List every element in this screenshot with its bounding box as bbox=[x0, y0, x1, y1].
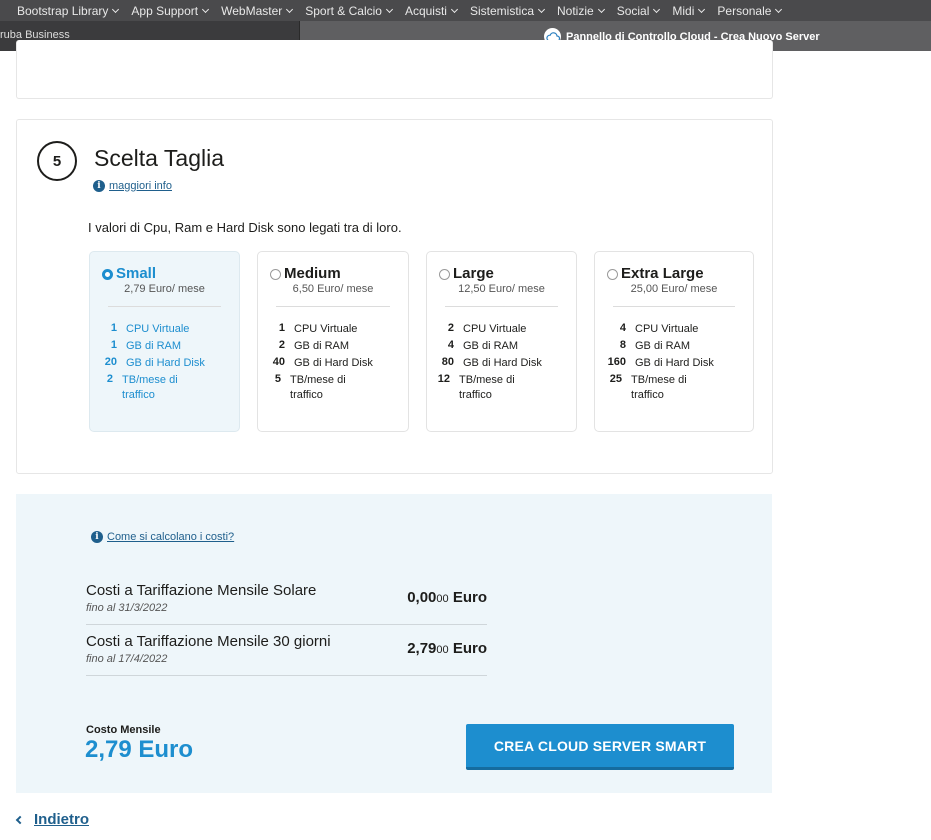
spec-disk: 160 GB di Hard Disk bbox=[607, 356, 714, 369]
bookmark-folder[interactable]: Social bbox=[617, 4, 661, 18]
chevron-down-icon bbox=[597, 5, 605, 13]
cost-calculation-link[interactable]: i Come si calcolano i costi? bbox=[91, 531, 234, 543]
spec-ram: 2 GB di RAM bbox=[278, 339, 350, 352]
chevron-down-icon bbox=[698, 5, 706, 13]
size-price: 2,79 Euro/ mese bbox=[124, 283, 205, 295]
total-value: 2,79 Euro bbox=[85, 736, 194, 763]
size-name: Medium bbox=[284, 265, 341, 282]
size-name: Small bbox=[116, 265, 157, 282]
size-option-medium[interactable]: Medium 6,50 Euro/ mese 1 CPU Virtuale 2 GB… bbox=[257, 251, 409, 432]
spec-cpu: 1 CPU Virtuale bbox=[278, 322, 358, 335]
spec-disk: 20 GB di Hard Disk bbox=[104, 356, 205, 369]
cost-summary-panel: i Come si calcolano i costi? Costi a Tar… bbox=[16, 494, 772, 793]
spec-traffic: 12 TB/mese di traffico bbox=[437, 373, 515, 401]
back-link[interactable]: Indietro bbox=[14, 811, 89, 828]
spec-disk: 40 GB di Hard Disk bbox=[272, 356, 373, 369]
divider bbox=[108, 306, 221, 307]
size-name: Extra Large bbox=[621, 265, 704, 282]
divider bbox=[276, 306, 390, 307]
cost-title: Costi a Tariffazione Mensile Solare bbox=[86, 582, 317, 599]
bookmark-folder[interactable]: Notizie bbox=[557, 4, 605, 18]
cost-amount: 0,0000 Euro bbox=[407, 589, 487, 606]
info-icon: i bbox=[91, 531, 103, 543]
cost-row-solar: Costi a Tariffazione Mensile Solare fino… bbox=[86, 582, 487, 625]
bookmark-folder[interactable]: Sport & Calcio bbox=[305, 4, 393, 18]
divider bbox=[613, 306, 735, 307]
size-option-small[interactable]: Small 2,79 Euro/ mese 1 CPU Virtuale 1 GB … bbox=[89, 251, 240, 432]
spec-traffic: 2 TB/mese di traffico bbox=[106, 373, 178, 401]
chevron-down-icon bbox=[385, 5, 393, 13]
bookmark-folder[interactable]: Personale bbox=[717, 4, 783, 18]
cost-until: fino al 31/3/2022 bbox=[86, 602, 168, 614]
divider bbox=[445, 306, 558, 307]
chevron-left-icon bbox=[15, 815, 25, 824]
spec-traffic: 25 TB/mese di traffico bbox=[609, 373, 687, 401]
divider bbox=[86, 675, 487, 676]
more-info-link[interactable]: i maggiori info bbox=[93, 180, 172, 192]
more-info-label[interactable]: maggiori info bbox=[109, 180, 172, 192]
step-number: 5 bbox=[37, 141, 77, 181]
size-option-extra-large[interactable]: Extra Large 25,00 Euro/ mese 4 CPU Virtua… bbox=[594, 251, 754, 432]
size-price: 6,50 Euro/ mese bbox=[292, 283, 374, 295]
bookmark-folder[interactable]: Midi bbox=[672, 4, 706, 18]
cost-amount: 2,7900 Euro bbox=[407, 640, 487, 657]
size-price: 12,50 Euro/ mese bbox=[458, 283, 545, 295]
size-selection-card: 5 Scelta Taglia i maggiori info I valori… bbox=[16, 119, 773, 474]
spec-cpu: 1 CPU Virtuale bbox=[110, 322, 190, 335]
spec-cpu: 4 CPU Virtuale bbox=[619, 322, 699, 335]
previous-step-card bbox=[16, 40, 773, 99]
create-server-button[interactable]: CREA CLOUD SERVER SMART bbox=[466, 724, 734, 770]
bookmark-folder[interactable]: Acquisti bbox=[405, 4, 459, 18]
spec-disk: 80 GB di Hard Disk bbox=[441, 356, 542, 369]
spec-cpu: 2 CPU Virtuale bbox=[447, 322, 527, 335]
chevron-down-icon bbox=[286, 5, 294, 13]
total-label: Costo Mensile bbox=[86, 724, 161, 736]
bookmark-folder[interactable]: Sistemistica bbox=[470, 4, 546, 18]
cost-calculation-label[interactable]: Come si calcolano i costi? bbox=[107, 531, 234, 543]
chevron-down-icon bbox=[537, 5, 546, 13]
section-title: Scelta Taglia bbox=[94, 145, 224, 171]
spec-ram: 4 GB di RAM bbox=[447, 339, 519, 352]
back-label[interactable]: Indietro bbox=[34, 811, 89, 828]
bookmarks-bar: Bootstrap Library App Support WebMaster … bbox=[0, 0, 931, 21]
spec-ram: 8 GB di RAM bbox=[619, 339, 691, 352]
spec-ram: 1 GB di RAM bbox=[110, 339, 182, 352]
spec-traffic: 5 TB/mese di traffico bbox=[274, 373, 346, 401]
chevron-down-icon bbox=[450, 5, 459, 13]
size-intro-text: I valori di Cpu, Ram e Hard Disk sono le… bbox=[88, 220, 402, 235]
chevron-down-icon bbox=[653, 5, 661, 13]
cost-row-30-days: Costi a Tariffazione Mensile 30 giorni f… bbox=[86, 633, 487, 676]
radio-button[interactable] bbox=[607, 269, 618, 280]
info-icon: i bbox=[93, 180, 105, 192]
size-option-large[interactable]: Large 12,50 Euro/ mese 2 CPU Virtuale 4 GB… bbox=[426, 251, 577, 432]
chevron-down-icon bbox=[202, 5, 210, 13]
divider bbox=[86, 624, 487, 625]
chevron-down-icon bbox=[775, 5, 783, 13]
radio-button-selected[interactable] bbox=[102, 269, 113, 280]
bookmark-folder[interactable]: Bootstrap Library bbox=[17, 4, 120, 18]
size-name: Large bbox=[453, 265, 494, 282]
bookmark-folder[interactable]: WebMaster bbox=[221, 4, 294, 18]
radio-button[interactable] bbox=[270, 269, 281, 280]
bookmark-folder[interactable]: App Support bbox=[131, 4, 210, 18]
chevron-down-icon bbox=[112, 5, 120, 13]
radio-button[interactable] bbox=[439, 269, 450, 280]
cost-until: fino al 17/4/2022 bbox=[86, 653, 168, 665]
cost-title: Costi a Tariffazione Mensile 30 giorni bbox=[86, 633, 331, 650]
size-price: 25,00 Euro/ mese bbox=[630, 283, 718, 295]
